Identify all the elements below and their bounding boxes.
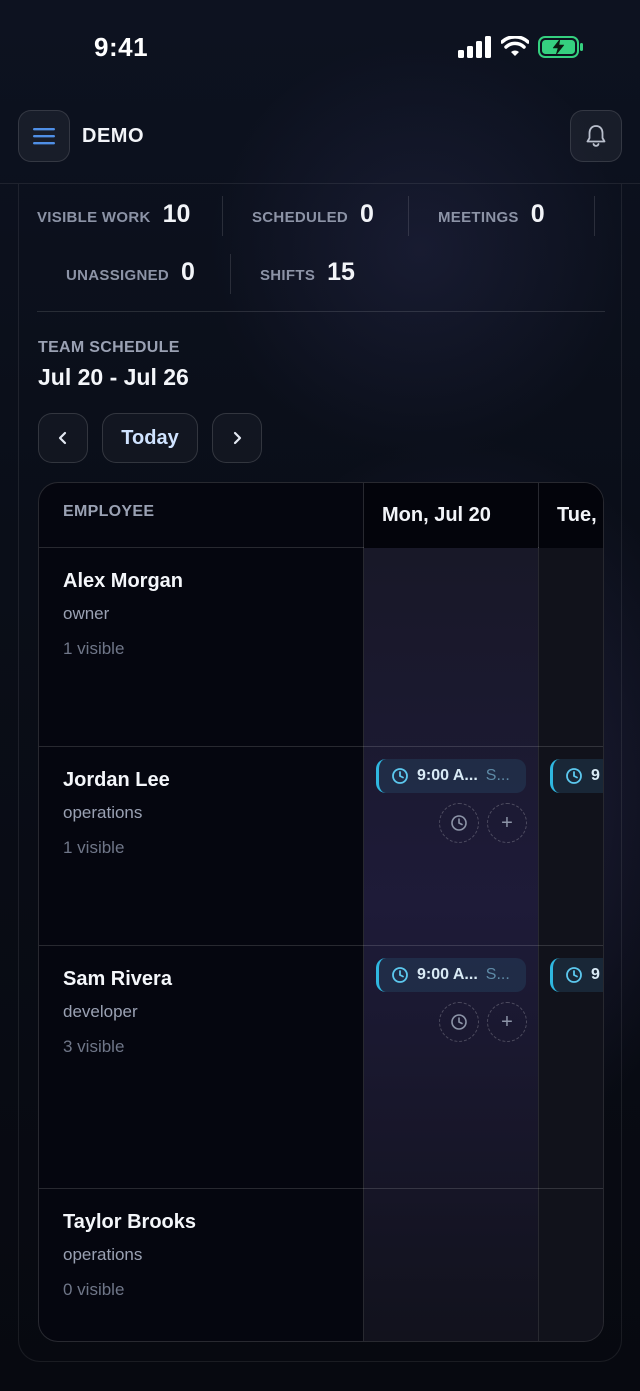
grid-header: EMPLOYEE Mon, Jul 20 Tue, — [39, 483, 603, 548]
clock-icon — [392, 967, 408, 983]
status-icons — [458, 36, 584, 58]
stat-shifts: SHIFTS 15 — [260, 258, 355, 287]
shift-chip[interactable]: 9 — [550, 759, 603, 793]
stat-label: UNASSIGNED — [66, 267, 170, 284]
shift-chip[interactable]: 9 — [550, 958, 603, 992]
stat-label: VISIBLE WORK — [37, 209, 151, 226]
shift-chip[interactable]: 9:00 A... S... — [376, 759, 526, 793]
day-header-mon: Mon, Jul 20 — [364, 483, 538, 548]
signal-icon — [458, 36, 491, 58]
previous-week-button[interactable] — [38, 413, 88, 463]
status-bar: 9:41 — [0, 0, 640, 90]
add-time-button[interactable] — [439, 1002, 479, 1042]
shift-time: 9 — [591, 767, 600, 784]
stat-value: 10 — [162, 200, 191, 228]
shift-subtitle: S... — [485, 966, 510, 983]
chevron-left-icon — [58, 431, 67, 445]
employee-role: operations — [63, 1245, 143, 1264]
next-week-button[interactable] — [212, 413, 262, 463]
employee-row: Jordan Lee operations 1 visible 9:00 A..… — [39, 747, 603, 946]
clock-icon — [451, 815, 467, 831]
schedule-section-label: TEAM SCHEDULE — [38, 339, 180, 356]
employee-name: Jordan Lee — [63, 769, 170, 791]
employee-row: Alex Morgan owner 1 visible — [39, 548, 603, 747]
status-time: 9:41 — [94, 32, 149, 62]
employee-role: developer — [63, 1002, 138, 1021]
stat-label: SCHEDULED — [252, 209, 349, 226]
employee-visible-count: 3 visible — [63, 1037, 125, 1056]
brand-title: DEMO — [82, 125, 144, 147]
stat-value: 0 — [530, 200, 545, 228]
shift-time: 9:00 A... — [417, 966, 478, 983]
clock-icon — [566, 768, 582, 784]
employee-name: Taylor Brooks — [63, 1211, 196, 1233]
divider — [408, 196, 409, 236]
day-header-tue: Tue, — [539, 483, 603, 548]
clock-icon — [392, 768, 408, 784]
menu-button[interactable] — [18, 110, 70, 162]
divider — [222, 196, 223, 236]
stats-summary: VISIBLE WORK 10 SCHEDULED 0 MEETINGS 0 U… — [37, 184, 605, 312]
notifications-button[interactable] — [570, 110, 622, 162]
today-button[interactable]: Today — [102, 413, 198, 463]
employee-row: Taylor Brooks operations 0 visible — [39, 1189, 603, 1341]
shift-chip[interactable]: 9:00 A... S... — [376, 958, 526, 992]
divider — [594, 196, 595, 236]
clock-icon — [451, 1014, 467, 1030]
employee-name: Sam Rivera — [63, 968, 172, 990]
battery-charging-icon — [538, 36, 583, 58]
add-shift-button[interactable]: + — [487, 1002, 527, 1042]
schedule-grid: EMPLOYEE Mon, Jul 20 Tue, Alex Morgan ow… — [38, 482, 604, 1342]
employee-visible-count: 1 visible — [63, 838, 125, 857]
stat-value: 0 — [181, 258, 195, 286]
stat-unassigned: UNASSIGNED 0 — [66, 258, 195, 287]
clock-icon — [566, 967, 582, 983]
employee-column-header: EMPLOYEE — [63, 503, 155, 520]
bell-icon — [586, 125, 606, 147]
stat-value: 0 — [360, 200, 374, 228]
main-card: VISIBLE WORK 10 SCHEDULED 0 MEETINGS 0 U… — [18, 184, 622, 1362]
add-shift-button[interactable]: + — [487, 803, 527, 843]
add-time-button[interactable] — [439, 803, 479, 843]
stat-scheduled: SCHEDULED 0 — [252, 200, 374, 229]
schedule-date-range: Jul 20 - Jul 26 — [38, 364, 189, 390]
shift-subtitle: S... — [485, 767, 510, 784]
divider — [230, 254, 231, 294]
wifi-icon — [501, 36, 529, 56]
employee-visible-count: 1 visible — [63, 639, 125, 658]
stat-value: 15 — [327, 258, 355, 286]
shift-time: 9 — [591, 966, 600, 983]
employee-role: owner — [63, 604, 110, 623]
employee-name: Alex Morgan — [63, 570, 184, 592]
stat-meetings: MEETINGS 0 — [438, 200, 545, 229]
stat-visible-work: VISIBLE WORK 10 — [37, 200, 190, 229]
chevron-right-icon — [233, 431, 242, 445]
shift-time: 9:00 A... — [417, 767, 478, 784]
employee-role: operations — [63, 803, 143, 822]
menu-icon — [33, 128, 55, 145]
stat-label: SHIFTS — [260, 267, 316, 284]
app-header: DEMO — [0, 90, 640, 184]
employee-row: Sam Rivera developer 3 visible 9:00 A...… — [39, 946, 603, 1189]
employee-visible-count: 0 visible — [63, 1280, 125, 1299]
stat-label: MEETINGS — [438, 209, 519, 226]
